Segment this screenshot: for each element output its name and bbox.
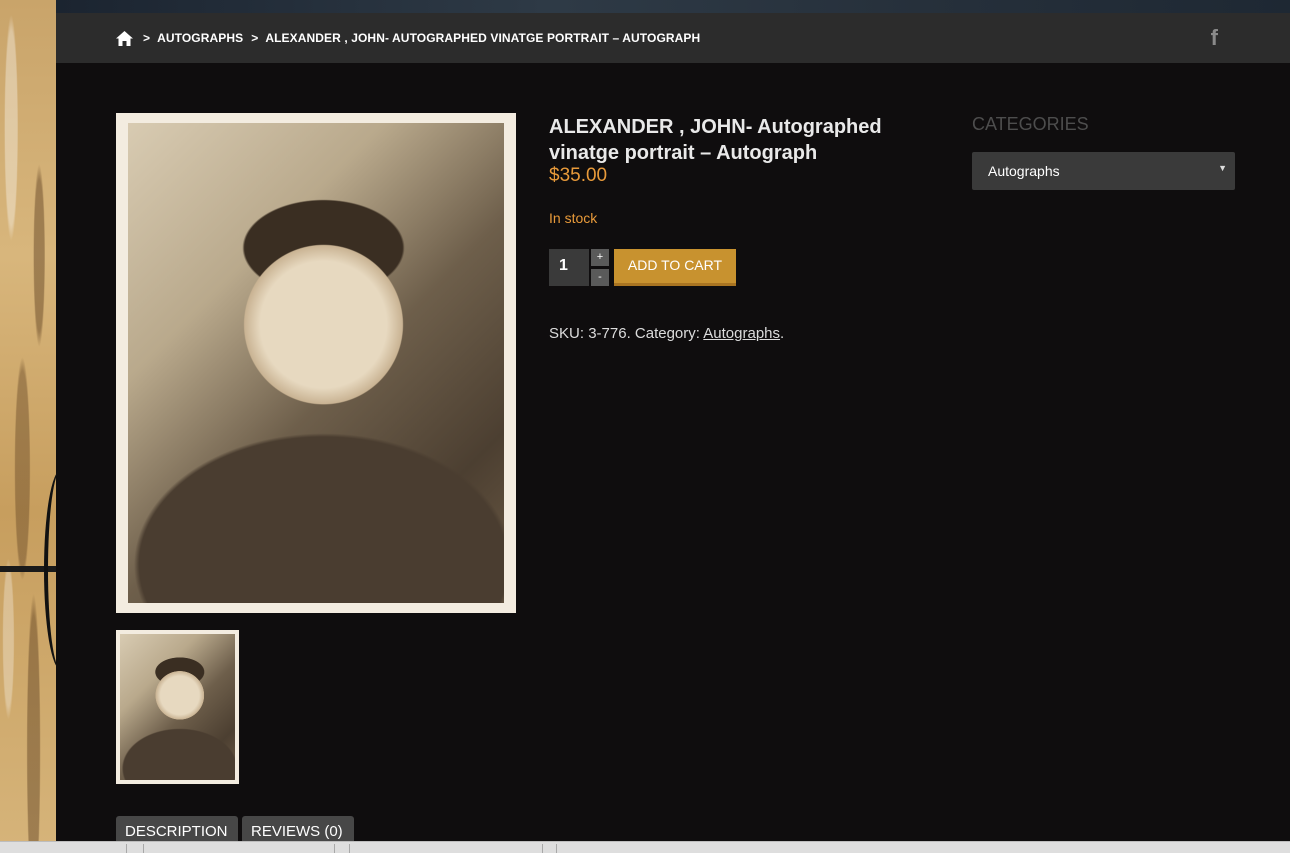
breadcrumb-separator: > — [251, 31, 259, 45]
chevron-down-icon: ▼ — [1218, 163, 1227, 173]
breadcrumb-link-autographs[interactable]: AUTOGRAPHS — [157, 31, 243, 45]
breadcrumb-bar: > AUTOGRAPHS > ALEXANDER , JOHN- AUTOGRA… — [56, 13, 1290, 63]
quantity-decrease-button[interactable]: - — [591, 269, 609, 286]
quantity-input[interactable]: 1 — [549, 249, 589, 286]
product-thumbnail[interactable] — [116, 630, 239, 784]
quantity-increase-button[interactable]: + — [591, 249, 609, 266]
home-icon[interactable] — [116, 30, 133, 46]
portrait-thumbnail-photo — [120, 634, 235, 780]
product-meta: SKU: 3-776. Category: Autographs. — [549, 325, 785, 342]
category-label: Category: — [634, 325, 700, 342]
product-title: ALEXANDER , JOHN- Autographed vinatge po… — [549, 116, 882, 164]
add-to-cart-button[interactable]: ADD TO CART — [614, 249, 736, 286]
breadcrumb: > AUTOGRAPHS > ALEXANDER , JOHN- AUTOGRA… — [116, 13, 700, 63]
breadcrumb-separator: > — [143, 31, 151, 45]
decorative-side-strip — [0, 0, 56, 852]
portrait-photo — [128, 123, 504, 603]
facebook-icon[interactable]: f — [1211, 25, 1218, 51]
category-select[interactable]: Autographs ▼ — [972, 152, 1235, 190]
product-main-image[interactable] — [116, 113, 516, 613]
category-select-value: Autographs — [988, 163, 1060, 179]
category-link[interactable]: Autographs — [703, 325, 780, 342]
decorative-arc — [44, 470, 78, 670]
categories-heading: CATEGORIES — [972, 114, 1089, 134]
browser-status-bar — [0, 841, 1290, 853]
sku-value: 3-776 — [588, 325, 627, 342]
product-price: $35.00 — [549, 165, 608, 186]
header-banner-strip — [56, 0, 1290, 13]
sku-label: SKU: — [549, 325, 585, 342]
stock-status: In stock — [549, 210, 598, 226]
breadcrumb-current-page: ALEXANDER , JOHN- AUTOGRAPHED VINATGE PO… — [265, 31, 701, 45]
